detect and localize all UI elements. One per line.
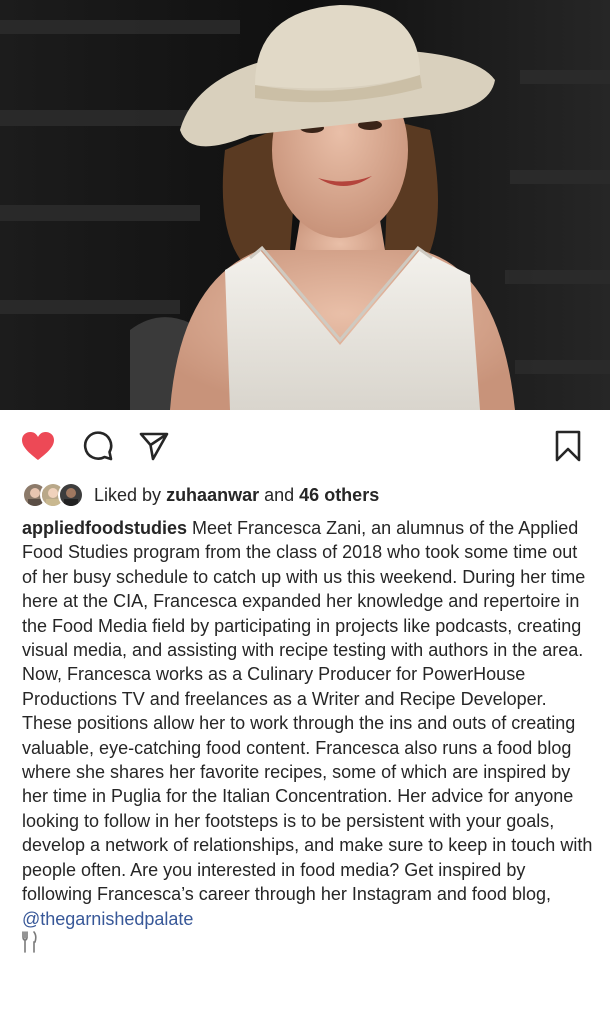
post-photo[interactable]: [0, 0, 610, 410]
likes-and: and: [264, 484, 295, 505]
like-button[interactable]: [20, 428, 56, 464]
avatar: [58, 482, 84, 508]
post-action-bar: [0, 410, 610, 476]
caption-mention[interactable]: @thegarnishedpalate: [22, 909, 193, 929]
caption-username[interactable]: appliedfoodstudies: [22, 518, 187, 538]
caption-text: Meet Francesca Zani, an alumnus of the A…: [22, 518, 593, 905]
fork-knife-icon: [22, 931, 38, 959]
likes-others[interactable]: 46 others: [299, 485, 379, 506]
share-icon: [138, 430, 170, 462]
comment-icon: [82, 430, 114, 462]
post-caption: appliedfoodstudies Meet Francesca Zani, …: [22, 516, 594, 959]
liked-by-user[interactable]: zuhaanwar: [166, 485, 259, 506]
heart-icon: [21, 431, 55, 461]
liker-avatars: [22, 482, 84, 508]
post-image: [0, 0, 610, 410]
comment-button[interactable]: [80, 428, 116, 464]
likes-summary[interactable]: Liked by zuhaanwar and 46 others: [22, 480, 379, 510]
bookmark-icon: [554, 430, 582, 462]
save-button[interactable]: [550, 428, 586, 464]
likes-prefix: Liked by: [94, 484, 162, 505]
share-button[interactable]: [136, 428, 172, 464]
